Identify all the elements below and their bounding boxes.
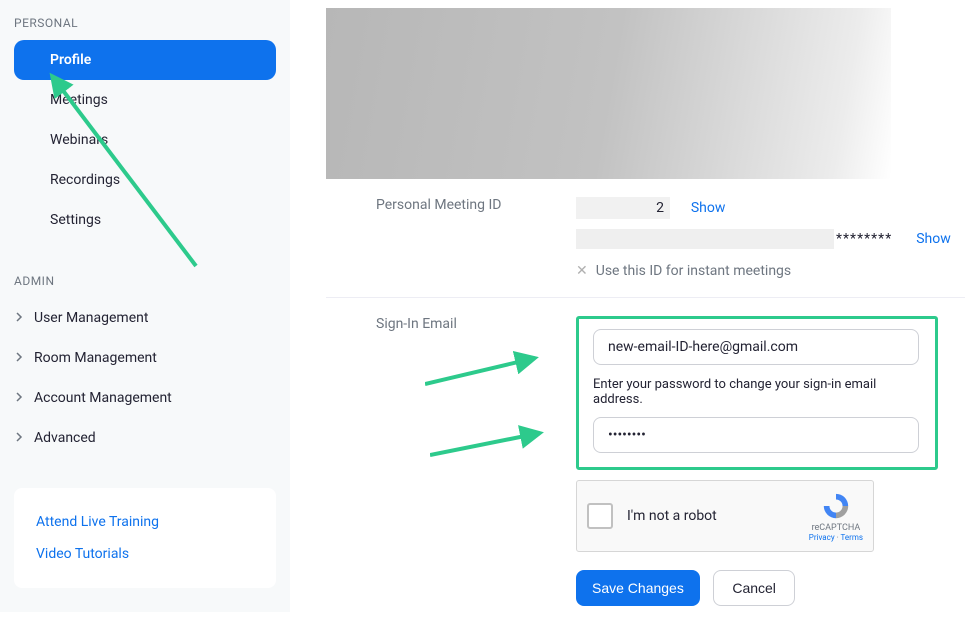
chevron-right-icon [14, 310, 30, 326]
recaptcha-brand-text: reCAPTCHA [812, 523, 861, 533]
email-input[interactable] [593, 329, 919, 365]
recaptcha-branding: reCAPTCHA Privacy · Terms [809, 491, 863, 542]
main-content: Personal Meeting ID 2 Show ******** Show… [290, 0, 965, 612]
sidebar-item-label: Account Management [34, 390, 172, 406]
sidebar-item-label: Profile [50, 52, 91, 68]
signin-email-row: Sign-In Email Enter your password to cha… [326, 298, 965, 625]
sidebar-item-label: Meetings [50, 92, 108, 108]
recaptcha-icon [821, 491, 851, 521]
sidebar-item-label: Advanced [34, 430, 96, 446]
personal-header: PERSONAL [0, 10, 290, 40]
sidebar-item-room-management[interactable]: Room Management [0, 338, 290, 378]
signin-content: Enter your password to change your sign-… [576, 316, 965, 606]
save-changes-button[interactable]: Save Changes [576, 570, 700, 606]
pmi-url-show-link[interactable]: Show [916, 231, 951, 247]
help-card: Attend Live Training Video Tutorials [14, 488, 276, 588]
link-video-tutorials[interactable]: Video Tutorials [36, 538, 254, 570]
sidebar-item-label: User Management [34, 310, 148, 326]
pmi-instant-text: Use this ID for instant meetings [596, 263, 791, 279]
recaptcha-widget: I'm not a robot reCAPTCHA Privacy · Term… [576, 480, 874, 552]
recaptcha-terms-link[interactable]: Terms [841, 533, 863, 542]
sidebar-item-label: Webinars [50, 132, 108, 148]
pmi-asterisks: ******** [836, 231, 892, 247]
cancel-button[interactable]: Cancel [713, 570, 795, 606]
sidebar-item-label: Room Management [34, 350, 157, 366]
sidebar-item-label: Recordings [50, 172, 120, 188]
password-help-text: Enter your password to change your sign-… [593, 377, 921, 407]
recaptcha-label: I'm not a robot [627, 508, 809, 524]
sidebar-item-recordings[interactable]: Recordings [14, 160, 276, 200]
recaptcha-checkbox[interactable] [587, 503, 613, 529]
sidebar-item-meetings[interactable]: Meetings [14, 80, 276, 120]
sidebar: PERSONAL Profile Meetings Webinars Recor… [0, 0, 290, 612]
sidebar-item-label: Settings [50, 212, 101, 228]
annotation-highlight-box: Enter your password to change your sign-… [576, 316, 938, 470]
pmi-content: 2 Show ******** Show ✕ Use this ID for i… [576, 197, 965, 279]
pmi-row: Personal Meeting ID 2 Show ******** Show… [326, 179, 965, 298]
admin-header: ADMIN [0, 268, 290, 298]
close-icon: ✕ [576, 263, 588, 279]
chevron-right-icon [14, 430, 30, 446]
link-attend-training[interactable]: Attend Live Training [36, 506, 254, 538]
sidebar-item-profile[interactable]: Profile [14, 40, 276, 80]
sidebar-item-settings[interactable]: Settings [14, 200, 276, 240]
pmi-value-masked: 2 [576, 197, 670, 219]
chevron-right-icon [14, 350, 30, 366]
pmi-show-link[interactable]: Show [691, 200, 726, 216]
pmi-url-masked [576, 229, 834, 249]
signin-label: Sign-In Email [326, 316, 576, 606]
sidebar-item-account-management[interactable]: Account Management [0, 378, 290, 418]
sidebar-item-user-management[interactable]: User Management [0, 298, 290, 338]
sidebar-item-advanced[interactable]: Advanced [0, 418, 290, 458]
password-input[interactable] [593, 417, 919, 453]
chevron-right-icon [14, 390, 30, 406]
sidebar-item-webinars[interactable]: Webinars [14, 120, 276, 160]
recaptcha-privacy-link[interactable]: Privacy [809, 533, 835, 542]
profile-photo-placeholder [326, 8, 891, 179]
pmi-label: Personal Meeting ID [326, 197, 576, 279]
